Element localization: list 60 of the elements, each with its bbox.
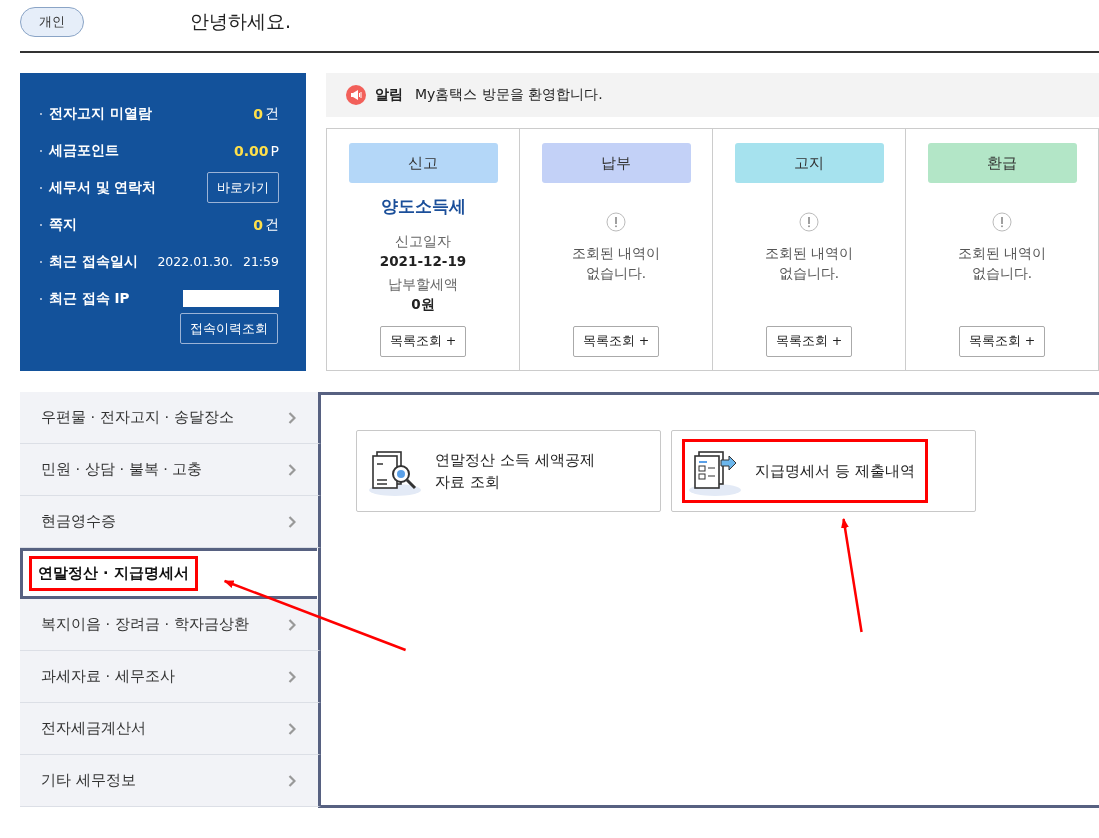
chevron-icon [288,670,296,683]
summary-label: 쪽지 [49,215,77,234]
sidebar-item[interactable]: 과세자료 · 세무조사 [20,651,321,703]
sidebar-item[interactable]: 복지이음 · 장려금 · 학자금상환 [20,599,321,651]
tax-type-link[interactable]: 양도소득세 [380,195,466,218]
history-button[interactable]: 접속이력조회 [180,313,278,344]
date-text: 2022.01.30. [157,254,233,269]
chevron-icon [288,722,296,735]
sidebar-item[interactable]: 전자세금계산서 [20,703,321,755]
category-header: 고지 [734,143,884,183]
field-label: 납부할세액 [388,275,458,294]
megaphone-icon [346,85,366,105]
profile-tab[interactable]: 개인 [20,7,84,37]
list-button[interactable]: 목록조회 + [958,326,1046,357]
summary-value: 0.00 [234,142,269,159]
summary-label: 세무서 및 연락처 [49,178,157,197]
summary-label: 전자고지 미열람 [49,104,152,123]
field-value: 2021-12-19 [379,252,467,271]
category-header: 신고 [348,143,498,183]
chevron-icon [288,411,296,424]
sidebar-item[interactable]: 우편물 · 전자고지 · 송달장소 [20,392,321,444]
category-header: 환급 [927,143,1077,183]
list-button[interactable]: 목록조회 + [379,326,467,357]
empty-message: 조회된 내역이 없습니다. [763,244,855,283]
greeting-text: 안녕하세요. [190,9,292,34]
chevron-icon [288,774,296,787]
summary-value: 0 [253,105,263,122]
chevron-icon [288,618,296,631]
sidebar-item[interactable]: 현금영수증 [20,496,321,548]
summary-label: 최근 접속 IP [49,289,130,308]
menu-tile[interactable]: 지급명세서 등 제출내역 [671,430,976,512]
notice-label: 알림 [375,86,403,104]
empty-message: 조회된 내역이 없습니다. [570,244,662,283]
summary-value: 0 [253,216,263,233]
exclamation-icon [606,212,626,232]
time-text: 21:59 [242,254,279,269]
unit-text: 건 [265,104,279,123]
unit-text: 건 [265,215,279,234]
field-value: 0원 [411,295,435,314]
sidebar-item[interactable]: 연말정산 · 지급명세서 [20,548,317,599]
category-header: 납부 [541,143,691,183]
summary-label: 최근 접속일시 [49,252,138,271]
notice-text: My홈택스 방문을 환영합니다. [415,86,603,104]
exclamation-icon [799,212,819,232]
sidebar-item[interactable]: 기타 세무정보 [20,755,321,807]
list-button[interactable]: 목록조회 + [572,326,660,357]
chevron-icon [288,463,296,476]
unit-text: P [270,142,279,159]
highlight-frame: 연말정산 · 지급명세서 [29,556,198,591]
menu-tile[interactable]: 연말정산 소득 세액공제 자료 조회 [356,430,661,512]
exclamation-icon [992,212,1012,232]
empty-message: 조회된 내역이 없습니다. [956,244,1048,283]
chevron-icon [288,515,296,528]
tile-label: 지급명세서 등 제출내역 [755,461,915,482]
shortcut-button[interactable]: 바로가기 [207,172,279,203]
summary-label: 세금포인트 [49,141,119,160]
tile-label: 연말정산 소득 세액공제 자료 조회 [435,450,596,493]
field-label: 신고일자 [395,232,451,251]
list-button[interactable]: 목록조회 + [765,326,853,357]
sidebar-item[interactable]: 민원 · 상담 · 불복 · 고충 [20,444,321,496]
